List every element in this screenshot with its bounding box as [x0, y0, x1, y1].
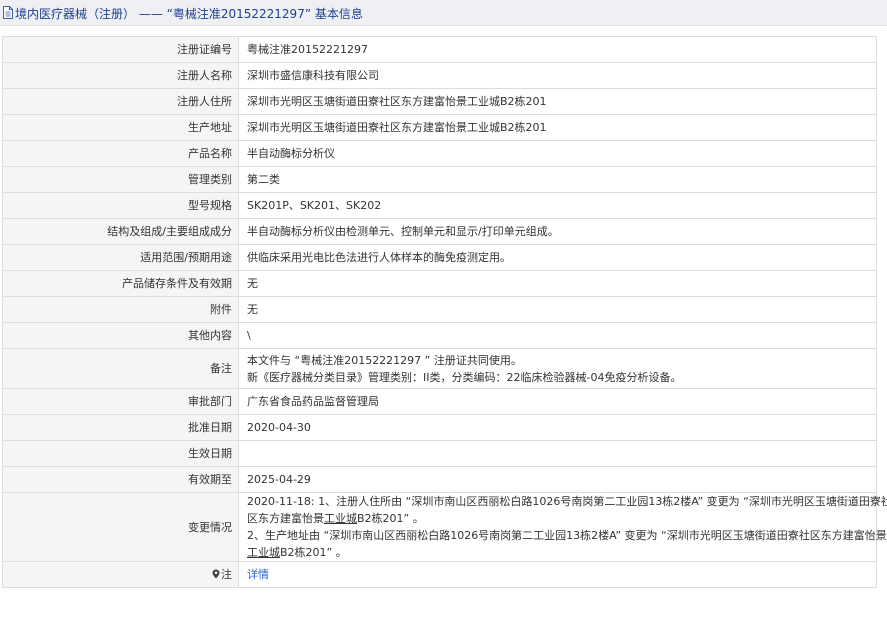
location-pin-icon [212, 569, 220, 579]
field-value-scope: 供临床采用光电比色法进行人体样本的酶免疫测定用。 [238, 244, 877, 271]
change-line: 2020-11-18: 1、注册人住所由 “深圳市南山区西丽松白路1026号南岗… [247, 495, 887, 508]
change-line: 2、生产地址由 “深圳市南山区西丽松白路1026号南岗第二工业园13栋2楼A” … [247, 529, 887, 542]
field-value-note: 详情 [238, 561, 877, 588]
field-label: 产品名称 [2, 140, 239, 167]
table-row-scope: 适用范围/预期用途 供临床采用光电比色法进行人体样本的酶免疫测定用。 [2, 244, 877, 271]
field-label: 注册人名称 [2, 62, 239, 89]
field-label: 其他内容 [2, 322, 239, 349]
field-value-expiry: 2025-04-29 [238, 466, 877, 493]
table-row-other: 其他内容 \ [2, 322, 877, 349]
table-row-structure: 结构及组成/主要组成成分 半自动酶标分析仪由检测单元、控制单元和显示/打印单元组… [2, 218, 877, 245]
field-label: 结构及组成/主要组成成分 [2, 218, 239, 245]
field-value-registrant: 深圳市盛信康科技有限公司 [238, 62, 877, 89]
field-label: 管理类别 [2, 166, 239, 193]
change-text-underlined: 工业城 [324, 512, 357, 525]
field-value-remark: 本文件与 “粤械注准20152221297 ” 注册证共同使用。 新《医疗器械分… [238, 348, 877, 389]
change-line: 区东方建富怡景工业城B2栋201” 。 [247, 510, 870, 527]
field-value-address: 深圳市光明区玉塘街道田寮社区东方建富怡景工业城B2栋201 [238, 88, 877, 115]
field-label: 备注 [2, 348, 239, 389]
table-row-model: 型号规格 SK201P、SK201、SK202 [2, 192, 877, 219]
field-value-effective-date [238, 440, 877, 467]
table-row-changes: 变更情况 2020-11-18: 1、注册人住所由 “深圳市南山区西丽松白路10… [2, 492, 887, 562]
change-text-underlined: 工业城 [247, 546, 280, 559]
field-label-note: 注 [2, 561, 239, 588]
page-header: 境内医疗器械（注册） —— “粤械注准20152221297” 基本信息 [0, 0, 887, 26]
field-value-other: \ [238, 322, 877, 349]
field-value-production: 深圳市光明区玉塘街道田寮社区东方建富怡景工业城B2栋201 [238, 114, 877, 141]
field-label: 变更情况 [2, 492, 239, 562]
field-label: 生效日期 [2, 440, 239, 467]
note-label: 注 [221, 568, 232, 581]
page-title: 境内医疗器械（注册） —— “粤械注准20152221297” 基本信息 [15, 7, 363, 21]
table-row-remark: 备注 本文件与 “粤械注准20152221297 ” 注册证共同使用。 新《医疗… [2, 348, 877, 389]
field-value-storage: 无 [238, 270, 877, 297]
change-text: B2栋201” 。 [357, 512, 424, 525]
table-row-category: 管理类别 第二类 [2, 166, 877, 193]
field-label: 生产地址 [2, 114, 239, 141]
table-row-reg-no: 注册证编号 粤械注准20152221297 [2, 36, 877, 63]
table-row-accessory: 附件 无 [2, 296, 877, 323]
field-label: 附件 [2, 296, 239, 323]
field-label: 产品储存条件及有效期 [2, 270, 239, 297]
table-row-registrant: 注册人名称 深圳市盛信康科技有限公司 [2, 62, 877, 89]
field-value-structure: 半自动酶标分析仪由检测单元、控制单元和显示/打印单元组成。 [238, 218, 877, 245]
table-row-storage: 产品储存条件及有效期 无 [2, 270, 877, 297]
field-label: 型号规格 [2, 192, 239, 219]
field-value-approval-date: 2020-04-30 [238, 414, 877, 441]
field-label: 适用范围/预期用途 [2, 244, 239, 271]
details-link[interactable]: 详情 [247, 568, 269, 581]
change-text: B2栋201” 。 [280, 546, 347, 559]
field-label: 有效期至 [2, 466, 239, 493]
field-label: 注册证编号 [2, 36, 239, 63]
table-row-note: 注 详情 [2, 561, 877, 588]
table-row-expiry: 有效期至 2025-04-29 [2, 466, 877, 493]
table-row-production: 生产地址 深圳市光明区玉塘街道田寮社区东方建富怡景工业城B2栋201 [2, 114, 877, 141]
field-value-product-name: 半自动酶标分析仪 [238, 140, 877, 167]
field-label: 注册人住所 [2, 88, 239, 115]
field-value-accessory: 无 [238, 296, 877, 323]
change-line: 工业城B2栋201” 。 [247, 544, 870, 561]
remark-line: 本文件与 “粤械注准20152221297 ” 注册证共同使用。 [247, 353, 522, 367]
remark-line: 新《医疗器械分类目录》管理类别：II类，分类编码：22临床检验器械-04免疫分析… [247, 370, 682, 384]
table-row-address: 注册人住所 深圳市光明区玉塘街道田寮社区东方建富怡景工业城B2栋201 [2, 88, 877, 115]
document-icon [3, 6, 13, 19]
field-value-changes: 2020-11-18: 1、注册人住所由 “深圳市南山区西丽松白路1026号南岗… [238, 492, 887, 562]
field-label: 审批部门 [2, 388, 239, 415]
field-value-category: 第二类 [238, 166, 877, 193]
info-table: 注册证编号 粤械注准20152221297 注册人名称 深圳市盛信康科技有限公司… [2, 36, 887, 588]
field-value-model: SK201P、SK201、SK202 [238, 192, 877, 219]
field-value-reg-no: 粤械注准20152221297 [238, 36, 877, 63]
table-row-approval-dept: 审批部门 广东省食品药品监督管理局 [2, 388, 877, 415]
change-text: 区东方建富怡景 [247, 512, 324, 525]
table-row-effective-date: 生效日期 [2, 440, 877, 467]
field-value-approval-dept: 广东省食品药品监督管理局 [238, 388, 877, 415]
table-row-approval-date: 批准日期 2020-04-30 [2, 414, 877, 441]
field-label: 批准日期 [2, 414, 239, 441]
table-row-product-name: 产品名称 半自动酶标分析仪 [2, 140, 877, 167]
